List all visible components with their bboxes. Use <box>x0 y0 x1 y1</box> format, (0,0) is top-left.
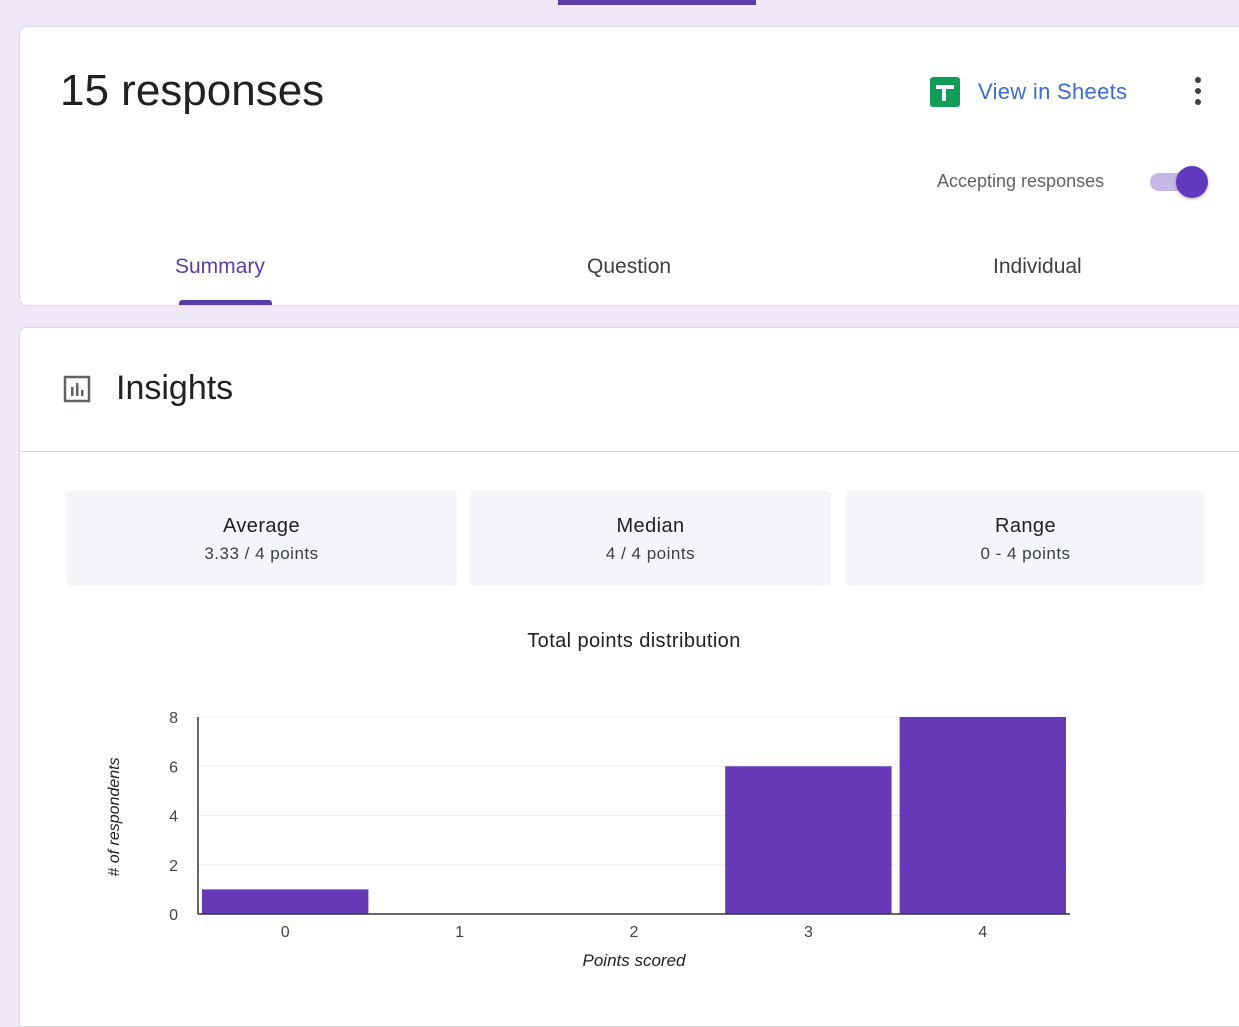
bar-3[interactable] <box>725 766 892 914</box>
bar-0[interactable] <box>202 889 369 914</box>
y-tick-label-2: 2 <box>169 858 178 875</box>
x-tick-label-0: 0 <box>281 924 290 941</box>
y-tick-label-6: 6 <box>169 759 178 776</box>
chart-y-ticks: 0 2 4 6 8 <box>169 710 178 924</box>
x-tick-label-2: 2 <box>630 924 639 941</box>
chart-title: Total points distribution <box>527 630 740 652</box>
points-distribution-chart: Total points distribution 0 2 4 6 8 0 1 2 3 4 Po… <box>106 630 1070 970</box>
y-tick-label-4: 4 <box>169 809 178 826</box>
bar-4[interactable] <box>899 717 1066 914</box>
chart-x-axis-label: Points scored <box>583 951 687 970</box>
y-tick-label-8: 8 <box>169 710 178 727</box>
x-tick-label-1: 1 <box>455 924 464 941</box>
chart-y-axis-label: # of respondents <box>106 757 123 876</box>
x-tick-label-4: 4 <box>978 924 987 941</box>
chart-x-ticks: 0 1 2 3 4 <box>281 924 988 941</box>
x-tick-label-3: 3 <box>804 924 813 941</box>
y-tick-label-0: 0 <box>169 907 178 924</box>
